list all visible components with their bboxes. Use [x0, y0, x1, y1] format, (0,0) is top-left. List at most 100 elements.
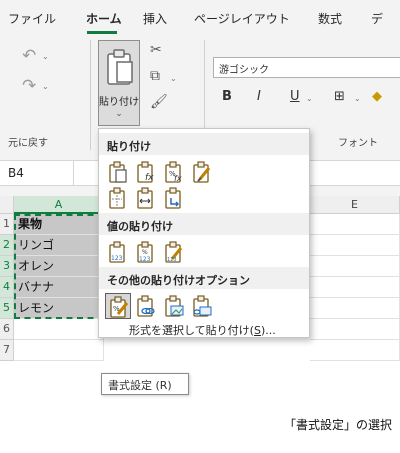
- cell-e2[interactable]: [310, 235, 400, 256]
- active-tab-indicator: [87, 31, 117, 34]
- row-header[interactable]: 5: [0, 298, 14, 319]
- paste-values-number-format-option[interactable]: % 123: [133, 239, 159, 265]
- font-group-label: フォント: [338, 138, 378, 149]
- paste-values-icon: 123: [109, 241, 125, 263]
- font-name-field[interactable]: 游ゴシック: [213, 57, 400, 78]
- row-header[interactable]: 2: [0, 235, 14, 256]
- excel-screenshot: ファイル ホーム 挿入 ページレイアウト 数式 デ ↶ ⌄ ↷ ⌄ 元に戻す 貼…: [0, 0, 400, 404]
- cell-a3[interactable]: オレン: [14, 256, 104, 277]
- svg-text:fx: fx: [145, 173, 154, 183]
- column-header-a[interactable]: A: [14, 196, 104, 214]
- paste-special-suffix: )...: [260, 324, 276, 337]
- cell-e4[interactable]: [310, 277, 400, 298]
- border-icon[interactable]: ⊞: [334, 89, 345, 104]
- paste-formatting-option[interactable]: %: [105, 293, 131, 319]
- border-dropdown-icon[interactable]: ⌄: [354, 94, 361, 103]
- redo-dropdown-icon[interactable]: ⌄: [42, 82, 49, 91]
- paste-linked-picture-option[interactable]: [189, 293, 215, 319]
- cell-e5[interactable]: [310, 298, 400, 319]
- paste-formulas-number-format-icon: %fx: [165, 161, 182, 183]
- tab-file[interactable]: ファイル: [8, 10, 56, 27]
- formatting-tooltip: 書式設定 (R): [101, 373, 189, 395]
- figure-caption: 「書式設定」の選択: [283, 418, 392, 432]
- cell-a1[interactable]: 果物: [14, 214, 104, 235]
- select-all-corner[interactable]: [0, 196, 14, 214]
- cut-icon[interactable]: ✂: [150, 42, 162, 58]
- row-header[interactable]: 3: [0, 256, 14, 277]
- cell-a6[interactable]: [14, 319, 104, 340]
- row-header[interactable]: 6: [0, 319, 14, 340]
- paste-picture-option[interactable]: [161, 293, 187, 319]
- paste-values-number-format-icon: %123: [137, 241, 153, 263]
- svg-text:fx: fx: [174, 174, 182, 183]
- chevron-down-icon: ⌄: [115, 109, 123, 119]
- paste-special-prefix: 形式を選択して貼り付け(: [129, 324, 254, 337]
- paste-label: 貼り付け: [99, 97, 139, 108]
- name-box[interactable]: B4: [0, 161, 74, 185]
- paste-column-widths-option[interactable]: [133, 185, 159, 211]
- paste-section-header: 貼り付け: [99, 133, 309, 155]
- column-header-e[interactable]: E: [310, 196, 400, 214]
- tab-insert[interactable]: 挿入: [143, 10, 167, 27]
- clipboard-icon: [106, 48, 134, 90]
- cell-e6[interactable]: [310, 319, 400, 340]
- undo-dropdown-icon[interactable]: ⌄: [42, 52, 49, 61]
- paste-values-brush-icon: 123: [165, 241, 183, 263]
- paste-special-access-key: S: [253, 324, 261, 337]
- svg-text:123: 123: [111, 255, 123, 262]
- paste-no-borders-option[interactable]: [105, 185, 131, 211]
- tab-page-layout[interactable]: ページレイアウト: [194, 10, 290, 27]
- cell-e7[interactable]: [310, 340, 400, 361]
- row-header[interactable]: 1: [0, 214, 14, 235]
- menu-tabs: ファイル ホーム 挿入 ページレイアウト 数式 デ: [0, 0, 400, 36]
- paste-formulas-icon: fx: [137, 161, 154, 183]
- format-painter-icon[interactable]: 🖌: [150, 94, 168, 110]
- paste-keep-source-formatting-option[interactable]: [189, 159, 215, 185]
- cell-a4[interactable]: バナナ: [14, 277, 104, 298]
- paste-option[interactable]: [105, 159, 131, 185]
- paste-formulas-option[interactable]: fx: [133, 159, 159, 185]
- paste-formulas-number-format-option[interactable]: % fx: [161, 159, 187, 185]
- svg-text:%: %: [142, 249, 148, 256]
- group-divider: [90, 40, 91, 150]
- tab-home[interactable]: ホーム: [86, 10, 122, 27]
- cell-a2[interactable]: リンゴ: [14, 235, 104, 256]
- redo-icon[interactable]: ↷: [22, 76, 36, 96]
- row-header[interactable]: 7: [0, 340, 14, 361]
- paste-values-section-header: 値の貼り付け: [99, 213, 309, 235]
- paste-values-option[interactable]: 123: [105, 239, 131, 265]
- paste-transpose-option[interactable]: [161, 185, 187, 211]
- cell-a7[interactable]: [14, 340, 104, 361]
- fill-color-icon[interactable]: ◆: [372, 89, 382, 104]
- paste-brush-icon: [193, 161, 211, 183]
- paste-special-menu-item[interactable]: 形式を選択して貼り付け(S)...: [129, 322, 276, 338]
- paste-link-icon: [137, 295, 155, 317]
- undo-icon[interactable]: ↶: [22, 46, 36, 66]
- tab-data[interactable]: デ: [371, 10, 383, 27]
- undo-group-label: 元に戻す: [8, 138, 48, 149]
- paste-formatting-icon: %: [110, 296, 129, 318]
- svg-text:123: 123: [139, 256, 151, 263]
- paste-link-option[interactable]: [133, 293, 159, 319]
- tab-formulas[interactable]: 数式: [318, 10, 342, 27]
- paste-values-source-formatting-option[interactable]: 123: [161, 239, 187, 265]
- underline-button[interactable]: U: [290, 89, 300, 104]
- paste-button[interactable]: 貼り付け ⌄: [98, 40, 140, 126]
- cell-e3[interactable]: [310, 256, 400, 277]
- row-header[interactable]: 4: [0, 277, 14, 298]
- bold-button[interactable]: B: [222, 89, 232, 104]
- paste-linked-picture-icon: [193, 295, 212, 317]
- paste-transpose-icon: [165, 187, 181, 209]
- cell-a5[interactable]: レモン: [14, 298, 104, 319]
- other-paste-options-section-header: その他の貼り付けオプション: [99, 267, 309, 289]
- underline-dropdown-icon[interactable]: ⌄: [306, 94, 313, 103]
- paste-picture-icon: [165, 295, 184, 317]
- cell-e1[interactable]: [310, 214, 400, 235]
- paste-icon: [109, 161, 127, 183]
- copy-icon[interactable]: ⧉: [150, 68, 160, 84]
- svg-text:123: 123: [167, 257, 177, 263]
- paste-no-borders-icon: [109, 187, 125, 209]
- copy-dropdown-icon[interactable]: ⌄: [170, 74, 177, 83]
- italic-button[interactable]: I: [257, 89, 261, 104]
- paste-options-menu: 貼り付け fx % fx 値の貼り付け 123 % 123 123 その他の貼り…: [98, 128, 310, 338]
